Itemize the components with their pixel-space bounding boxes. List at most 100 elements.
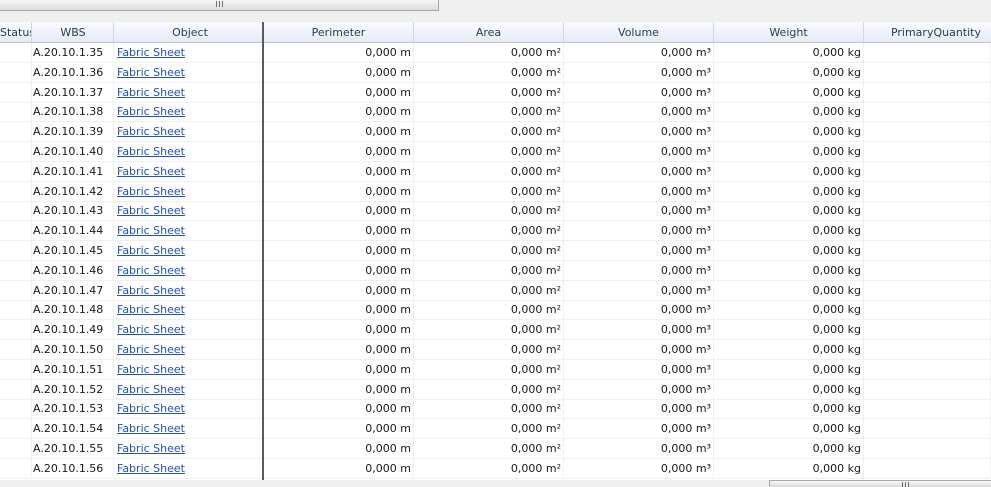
column-header-primary-quantity[interactable]: PrimaryQuantity — [864, 22, 991, 42]
weight-cell: 0,000 kg — [714, 102, 864, 122]
table-row[interactable]: A.20.10.1.48 Fabric Sheet 0,000 m 0,000 m² 0… — [0, 300, 991, 321]
object-link[interactable]: Fabric Sheet — [114, 43, 263, 62]
object-link-text[interactable]: Fabric Sheet — [117, 383, 185, 396]
object-link[interactable]: Fabric Sheet — [114, 399, 263, 419]
object-link-text[interactable]: Fabric Sheet — [117, 264, 185, 277]
wbs-cell: A.20.10.1.49 — [32, 320, 114, 340]
volume-cell: 0,000 m³ — [564, 43, 714, 62]
table-row[interactable]: A.20.10.1.55 Fabric Sheet 0,000 m 0,000 m² 0… — [0, 439, 991, 459]
table-row[interactable]: A.20.10.1.56 Fabric Sheet 0,000 m 0,000 m² 0… — [0, 458, 991, 479]
object-link[interactable]: Fabric Sheet — [114, 201, 263, 221]
object-link-text[interactable]: Fabric Sheet — [117, 244, 185, 257]
object-link[interactable]: Fabric Sheet — [114, 181, 263, 201]
table-row[interactable]: A.20.10.1.47 Fabric Sheet 0,000 m 0,000 m² 0… — [0, 280, 991, 301]
wbs-cell: A.20.10.1.44 — [32, 221, 114, 241]
table-row[interactable]: A.20.10.1.35 Fabric Sheet 0,000 m 0,000 m² 0… — [0, 43, 991, 63]
object-link-text[interactable]: Fabric Sheet — [117, 363, 185, 376]
object-link-text[interactable]: Fabric Sheet — [117, 442, 185, 455]
table-row[interactable]: A.20.10.1.50 Fabric Sheet 0,000 m 0,000 m² 0… — [0, 340, 991, 360]
table-row[interactable]: A.20.10.1.38 Fabric Sheet 0,000 m 0,000 m² 0… — [0, 102, 991, 123]
status-cell — [0, 82, 32, 102]
bottom-scrollbar-thumb[interactable] — [769, 480, 991, 487]
primary-quantity-cell — [864, 102, 991, 122]
frozen-column-splitter[interactable] — [262, 22, 264, 480]
object-link-text[interactable]: Fabric Sheet — [117, 86, 185, 99]
object-link-text[interactable]: Fabric Sheet — [117, 462, 185, 475]
object-link[interactable]: Fabric Sheet — [114, 419, 263, 439]
area-cell: 0,000 m² — [414, 241, 564, 260]
object-link[interactable]: Fabric Sheet — [114, 62, 263, 82]
object-link-text[interactable]: Fabric Sheet — [117, 66, 185, 79]
table-row[interactable]: A.20.10.1.45 Fabric Sheet 0,000 m 0,000 m² 0… — [0, 241, 991, 261]
top-horizontal-scrollbar[interactable] — [0, 0, 991, 23]
column-header-object[interactable]: Object — [114, 22, 264, 42]
table-row[interactable]: A.20.10.1.52 Fabric Sheet 0,000 m 0,000 m² 0… — [0, 379, 991, 400]
object-link[interactable]: Fabric Sheet — [114, 280, 263, 300]
table-row[interactable]: A.20.10.1.41 Fabric Sheet 0,000 m 0,000 m² 0… — [0, 161, 991, 182]
object-link[interactable]: Fabric Sheet — [114, 379, 263, 399]
object-link-text[interactable]: Fabric Sheet — [117, 145, 185, 158]
table-row[interactable]: A.20.10.1.37 Fabric Sheet 0,000 m 0,000 m² 0… — [0, 82, 991, 103]
object-link[interactable]: Fabric Sheet — [114, 221, 263, 241]
table-row[interactable]: A.20.10.1.39 Fabric Sheet 0,000 m 0,000 m² 0… — [0, 122, 991, 143]
column-header-perimeter[interactable]: Perimeter — [264, 22, 414, 42]
object-link[interactable]: Fabric Sheet — [114, 122, 263, 142]
table-row[interactable]: A.20.10.1.46 Fabric Sheet 0,000 m 0,000 m² 0… — [0, 260, 991, 281]
primary-quantity-cell — [864, 142, 991, 161]
weight-cell: 0,000 kg — [714, 280, 864, 300]
object-link[interactable]: Fabric Sheet — [114, 300, 263, 320]
object-link[interactable]: Fabric Sheet — [114, 142, 263, 161]
column-header-status[interactable]: Status — [0, 22, 32, 42]
object-link-text[interactable]: Fabric Sheet — [117, 343, 185, 356]
object-link[interactable]: Fabric Sheet — [114, 102, 263, 122]
table-row[interactable]: A.20.10.1.54 Fabric Sheet 0,000 m 0,000 m² 0… — [0, 419, 991, 440]
object-link[interactable]: Fabric Sheet — [114, 241, 263, 260]
table-row[interactable]: A.20.10.1.43 Fabric Sheet 0,000 m 0,000 m² 0… — [0, 201, 991, 222]
object-link[interactable]: Fabric Sheet — [114, 260, 263, 280]
object-link-text[interactable]: Fabric Sheet — [117, 204, 185, 217]
object-link-text[interactable]: Fabric Sheet — [117, 125, 185, 138]
wbs-cell: A.20.10.1.50 — [32, 340, 114, 359]
object-link[interactable]: Fabric Sheet — [114, 161, 263, 181]
object-link-text[interactable]: Fabric Sheet — [117, 323, 185, 336]
object-link-text[interactable]: Fabric Sheet — [117, 165, 185, 178]
object-link-text[interactable]: Fabric Sheet — [117, 284, 185, 297]
object-link-text[interactable]: Fabric Sheet — [117, 224, 185, 237]
object-link-text[interactable]: Fabric Sheet — [117, 422, 185, 435]
status-cell — [0, 241, 32, 260]
table-row[interactable]: A.20.10.1.40 Fabric Sheet 0,000 m 0,000 m² 0… — [0, 142, 991, 162]
object-link[interactable]: Fabric Sheet — [114, 439, 263, 458]
object-link-text[interactable]: Fabric Sheet — [117, 46, 185, 59]
table-row[interactable]: A.20.10.1.44 Fabric Sheet 0,000 m 0,000 m² 0… — [0, 221, 991, 242]
weight-cell: 0,000 kg — [714, 161, 864, 181]
status-cell — [0, 419, 32, 439]
column-header-area[interactable]: Area — [414, 22, 564, 42]
table-row[interactable]: A.20.10.1.53 Fabric Sheet 0,000 m 0,000 m² 0… — [0, 399, 991, 420]
object-link-text[interactable]: Fabric Sheet — [117, 105, 185, 118]
column-header-volume[interactable]: Volume — [564, 22, 714, 42]
volume-cell: 0,000 m³ — [564, 260, 714, 280]
object-link-text[interactable]: Fabric Sheet — [117, 303, 185, 316]
object-link[interactable]: Fabric Sheet — [114, 340, 263, 359]
object-link-text[interactable]: Fabric Sheet — [117, 402, 185, 415]
object-link-text[interactable]: Fabric Sheet — [117, 185, 185, 198]
object-link[interactable]: Fabric Sheet — [114, 82, 263, 102]
primary-quantity-cell — [864, 201, 991, 221]
table-row[interactable]: A.20.10.1.36 Fabric Sheet 0,000 m 0,000 m² 0… — [0, 62, 991, 83]
table-row[interactable]: A.20.10.1.51 Fabric Sheet 0,000 m 0,000 m² 0… — [0, 359, 991, 380]
primary-quantity-cell — [864, 82, 991, 102]
table-row[interactable]: A.20.10.1.49 Fabric Sheet 0,000 m 0,000 m² 0… — [0, 320, 991, 341]
wbs-cell: A.20.10.1.52 — [32, 379, 114, 399]
column-header-wbs[interactable]: WBS — [32, 22, 114, 42]
perimeter-cell: 0,000 m — [264, 340, 414, 359]
scrollbar-thumb[interactable] — [0, 0, 439, 11]
column-header-weight[interactable]: Weight — [714, 22, 864, 42]
object-link[interactable]: Fabric Sheet — [114, 458, 263, 478]
table-row[interactable]: A.20.10.1.42 Fabric Sheet 0,000 m 0,000 m² 0… — [0, 181, 991, 202]
status-cell — [0, 340, 32, 359]
object-link[interactable]: Fabric Sheet — [114, 320, 263, 340]
perimeter-cell: 0,000 m — [264, 399, 414, 419]
object-link[interactable]: Fabric Sheet — [114, 359, 263, 379]
primary-quantity-cell — [864, 458, 991, 478]
primary-quantity-cell — [864, 241, 991, 260]
